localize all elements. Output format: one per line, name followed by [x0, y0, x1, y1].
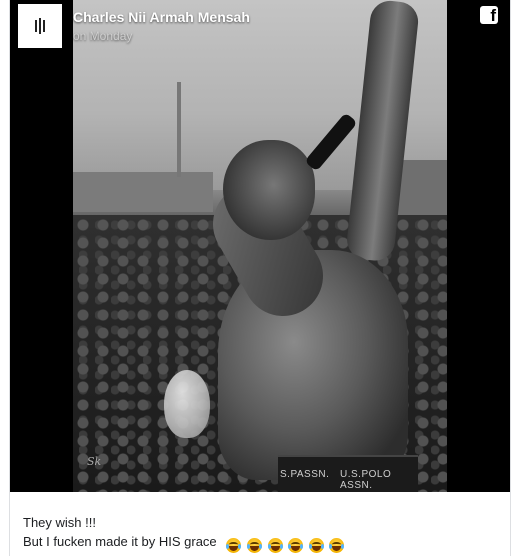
- waistband-text-right: U.S.POLO ASSN.: [340, 469, 392, 491]
- photo-watermark-signature: Sk: [87, 455, 102, 468]
- face-with-tears-of-joy-icon: [329, 538, 345, 554]
- author-name[interactable]: Charles Nii Armah Mensah: [73, 9, 250, 25]
- post-timestamp[interactable]: on Monday: [73, 29, 132, 43]
- post-caption: They wish !!! But I fucken made it by HI…: [23, 513, 503, 554]
- photo-balloon: [164, 370, 210, 438]
- face-with-tears-of-joy-icon: [246, 538, 262, 554]
- performer-head: [223, 140, 315, 240]
- post-media[interactable]: S.PASSN. U.S.POLO ASSN. Sk Charles Nii A…: [10, 0, 510, 492]
- avatar[interactable]: [18, 4, 62, 48]
- caption-line-2: But I fucken made it by HIS grace: [23, 532, 503, 554]
- photo-building: [73, 172, 213, 212]
- face-with-tears-of-joy-icon: [226, 538, 242, 554]
- performer-waistband: S.PASSN. U.S.POLO ASSN.: [278, 455, 418, 492]
- face-with-tears-of-joy-icon: [288, 538, 304, 554]
- avatar-logo-icon: [35, 18, 45, 34]
- waistband-text-left: S.PASSN.: [280, 469, 330, 480]
- caption-line-2-text: But I fucken made it by HIS grace: [23, 534, 217, 549]
- post-photo[interactable]: S.PASSN. U.S.POLO ASSN. Sk: [73, 0, 447, 492]
- photo-streetlight: [177, 82, 181, 177]
- face-with-tears-of-joy-icon: [267, 538, 283, 554]
- facebook-post-embed: S.PASSN. U.S.POLO ASSN. Sk Charles Nii A…: [9, 0, 511, 556]
- face-with-tears-of-joy-icon: [308, 538, 324, 554]
- facebook-icon[interactable]: f: [480, 6, 498, 24]
- emoji-row: [226, 535, 346, 554]
- caption-line-1: They wish !!!: [23, 515, 96, 530]
